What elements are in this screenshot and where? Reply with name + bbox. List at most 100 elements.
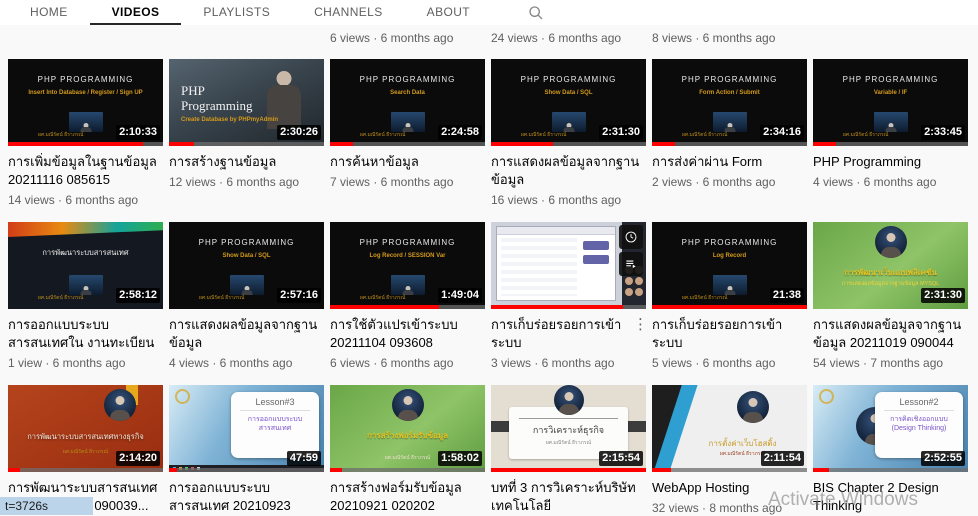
tab-home-label: HOME [30,5,68,19]
video-card[interactable]: การพัฒนาระบบสารสนเทศผศ.มณีรัตน์ ธีราภรณ์… [8,222,163,371]
video-card[interactable]: PHP PROGRAMMINGSearch Dataผศ.มณีรัตน์ ธี… [330,59,485,208]
video-info: การเพิ่มข้อมูลในฐานข้อมูล 20211116 08561… [8,153,163,189]
video-thumbnail[interactable]: การตั้งค่าเว็บโฮสติ้งผศ.มณีรัตน์ ธีราภรณ… [652,385,807,472]
video-title[interactable]: การใช้ตัวแปรเข้าระบบ 20211104 093608 Mee… [330,316,485,352]
thumbnail-subtitle: Search Data [330,90,485,96]
video-meta: 54 views · 7 months ago [813,355,968,371]
video-title[interactable]: การเก็บร่อยรอยการเข้าระบบ [652,316,807,352]
video-card[interactable]: PHP PROGRAMMINGShow Data / SQLผศ.มณีรัตน… [169,222,324,371]
progress-fill [8,142,143,146]
progress-bar [169,468,324,472]
tab-playlists[interactable]: PLAYLISTS [181,0,292,25]
video-thumbnail[interactable]: การวิเคราะห์ธุรกิจผศ.มณีรัตน์ ธีราภรณ์2:… [491,385,646,472]
video-title[interactable]: บทที่ 3 การวิเคราะห์บริษัท เทคโนโลยี [491,479,646,515]
video-thumbnail[interactable]: PHP ProgrammingCreate Database by PHPmyA… [169,59,324,146]
decorative-line [519,418,618,419]
video-thumbnail[interactable]: PHP PROGRAMMINGForm Action / Submitผศ.มณ… [652,59,807,146]
video-grid: PHP PROGRAMMINGInsert Into Database / Re… [8,59,974,516]
video-thumbnail[interactable]: PHP PROGRAMMINGLog Record / SESSION Varผ… [330,222,485,309]
tab-videos-label: VIDEOS [112,5,160,19]
video-thumbnail[interactable]: Lesson#2การคิดเชิงออกแบบ (Design Thinkin… [813,385,968,472]
video-title[interactable]: PHP Programming [813,153,968,171]
video-card[interactable]: PHP PROGRAMMINGForm Action / Submitผศ.มณ… [652,59,807,208]
progress-bar [330,468,485,472]
thumbnail-heading: PHP PROGRAMMING [491,75,646,84]
tab-about[interactable]: ABOUT [405,0,492,25]
video-title[interactable]: การแสดงผลข้อมูลจากฐานข้อมูล [491,153,646,189]
video-thumbnail[interactable]: PHP PROGRAMMINGVariable / IFผศ.มณีรัตน์ … [813,59,968,146]
video-thumbnail[interactable]: PHP PROGRAMMINGSearch Dataผศ.มณีรัตน์ ธี… [330,59,485,146]
thumbnail-subtitle: Show Data / SQL [169,253,324,259]
app-button [583,255,609,264]
video-thumbnail[interactable]: PHP PROGRAMMINGShow Data / SQLผศ.มณีรัตน… [169,222,324,309]
presenter-caption: ผศ.มณีรัตน์ ธีราภรณ์ [509,439,628,447]
video-meta: 12 views · 6 months ago [169,174,324,190]
video-title[interactable]: การสร้างฐานข้อมูล [169,153,324,171]
video-card[interactable]: PHP PROGRAMMINGShow Data / SQLผศ.มณีรัตน… [491,59,646,208]
video-title[interactable]: การเก็บร่อยรอยการเข้าระบบ [491,316,633,352]
video-thumbnail[interactable] [491,222,646,309]
video-thumbnail[interactable]: การพัฒนาระบบสารสนเทศทางธุรกิจผศ.มณีรัตน์… [8,385,163,472]
video-card[interactable]: การพัฒนาเว็บแอปพลิเคชันการแสดงผลข้อมูลจา… [813,222,968,371]
video-title[interactable]: การออกแบบระบบสารสนเทศ 20210923 [169,479,324,515]
video-meta: 3 views · 6 months ago [491,355,646,371]
video-card[interactable]: การสร้างฟอร์มรับข้อมูลผศ.มณีรัตน์ ธีราภร… [330,385,485,516]
progress-fill [330,468,342,472]
video-card[interactable]: PHP PROGRAMMINGVariable / IFผศ.มณีรัตน์ … [813,59,968,208]
video-title[interactable]: BIS Chapter 2 Design Thinking [813,479,968,515]
video-card[interactable]: PHP PROGRAMMINGLog Recordผศ.มณีรัตน์ ธีร… [652,222,807,371]
video-title[interactable]: WebApp Hosting [652,479,807,497]
video-card[interactable]: Lesson#3การออกแบบระบบ สารสนเทศ47:59 การออ… [169,385,324,516]
video-card[interactable]: การตั้งค่าเว็บโฮสติ้งผศ.มณีรัตน์ ธีราภรณ… [652,385,807,516]
lesson-card-title: Lesson#2 [884,397,954,411]
video-thumbnail[interactable]: PHP PROGRAMMINGInsert Into Database / Re… [8,59,163,146]
lesson-card: Lesson#2การคิดเชิงออกแบบ (Design Thinkin… [875,392,963,458]
video-info: PHP Programming [813,153,968,171]
progress-fill [8,468,20,472]
video-thumbnail[interactable]: การพัฒนาเว็บแอปพลิเคชันการแสดงผลข้อมูลจา… [813,222,968,309]
duration-badge: 2:30:26 [277,125,321,140]
video-card[interactable]: PHP PROGRAMMINGInsert Into Database / Re… [8,59,163,208]
video-title[interactable]: การสร้างฟอร์มรับข้อมูล 20210921 020202 [330,479,485,515]
video-meta: 5 views · 6 months ago [652,355,807,371]
video-card[interactable]: การเก็บร่อยรอยการเข้าระบบ⋮ 3 views · 6 mo… [491,222,646,371]
video-thumbnail[interactable]: การพัฒนาระบบสารสนเทศผศ.มณีรัตน์ ธีราภรณ์… [8,222,163,309]
video-meta: 32 views · 8 months ago [652,500,807,516]
video-thumbnail[interactable]: Lesson#3การออกแบบระบบ สารสนเทศ47:59 [169,385,324,472]
video-title[interactable]: การค้นหาข้อมูล [330,153,485,171]
video-card[interactable]: PHP ProgrammingCreate Database by PHPmyA… [169,59,324,208]
video-title[interactable]: การเพิ่มข้อมูลในฐานข้อมูล 20211116 08561… [8,153,163,189]
video-card[interactable]: Lesson#2การคิดเชิงออกแบบ (Design Thinkin… [813,385,968,516]
partial-previous-row: 6 views · 6 months ago 24 views · 6 mont… [0,25,978,59]
progress-fill [491,468,646,472]
search-icon[interactable] [528,0,544,25]
more-options-button[interactable]: ⋮ [633,316,646,352]
video-thumbnail[interactable]: PHP PROGRAMMINGShow Data / SQLผศ.มณีรัตน… [491,59,646,146]
video-title[interactable]: การออกแบบระบบสารสนเทศใน งานทะเบียน [8,316,163,352]
presenter-video-frame [552,112,586,132]
presenter-avatar [104,389,136,421]
video-card[interactable]: การวิเคราะห์ธุรกิจผศ.มณีรัตน์ ธีราภรณ์2:… [491,385,646,516]
video-info: บทที่ 3 การวิเคราะห์บริษัท เทคโนโลยี [491,479,646,515]
decorative-wave [8,222,163,237]
video-thumbnail[interactable]: การสร้างฟอร์มรับข้อมูลผศ.มณีรัตน์ ธีราภร… [330,385,485,472]
presenter-caption: ผศ.มณีรัตน์ ธีราภรณ์ [521,131,566,139]
presenter-video-frame [713,275,747,295]
video-title[interactable]: การแสดงผลข้อมูลจากฐานข้อมูล 20211019 090… [813,316,968,352]
add-to-queue-button[interactable] [619,252,643,276]
video-info: การส่งค่าผ่าน Form [652,153,807,171]
video-thumbnail[interactable]: PHP PROGRAMMINGLog Recordผศ.มณีรัตน์ ธีร… [652,222,807,309]
tab-videos[interactable]: VIDEOS [90,0,182,25]
tab-channels[interactable]: CHANNELS [292,0,405,25]
watch-later-button[interactable] [619,225,643,249]
video-info: การสร้างฐานข้อมูล [169,153,324,171]
video-info: การใช้ตัวแปรเข้าระบบ 20211104 093608 Mee… [330,316,485,352]
tab-home[interactable]: HOME [8,0,90,25]
video-meta: 7 views · 6 months ago [330,174,485,190]
video-title[interactable]: การส่งค่าผ่าน Form [652,153,807,171]
thumbnail-subtitle: การแสดงผลข้อมูลจากฐานข้อมูล MYSQL [813,280,968,288]
video-meta-partial: 24 views · 6 months ago [491,31,621,45]
duration-badge: 47:59 [287,451,321,466]
video-card[interactable]: PHP PROGRAMMINGLog Record / SESSION Varผ… [330,222,485,371]
video-title[interactable]: การแสดงผลข้อมูลจากฐานข้อมูล [169,316,324,352]
